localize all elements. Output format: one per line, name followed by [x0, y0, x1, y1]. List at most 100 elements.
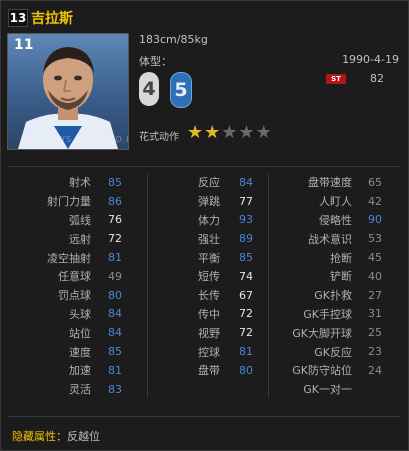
stat-value: 42	[368, 194, 382, 208]
stat-label: 反应	[198, 176, 220, 190]
stat-value: 25	[368, 326, 382, 340]
stat-value: 84	[108, 307, 122, 321]
stat-value: 85	[108, 175, 122, 189]
stat-value: 93	[239, 213, 253, 227]
stat-row: 远射 72	[20, 229, 122, 248]
stat-row: 长传 67	[160, 286, 253, 305]
column-divider	[268, 174, 269, 398]
stat-value: 81	[239, 345, 253, 359]
stat-value: 83	[108, 382, 122, 396]
stat-value: 84	[239, 175, 253, 189]
stat-label: 强壮	[198, 232, 220, 246]
stat-row: 弹跳 77	[160, 192, 253, 211]
star-icon: ★	[238, 122, 255, 143]
player-name: 吉拉斯	[31, 11, 73, 27]
foot-left-icon: 4	[139, 72, 159, 106]
stat-label: 弧线	[69, 213, 91, 227]
stat-value: 31	[368, 307, 382, 321]
stat-row: 罚点球 80	[20, 286, 122, 305]
stat-label: GK防守站位	[292, 364, 352, 378]
stat-row: 人盯人 42	[280, 192, 382, 211]
stats-column-2: 反应 84 弹跳 77 体力 93 强壮 89 平衡 85 短传 74 长传 67 传中 72 视野 72 控球 81…	[160, 173, 253, 380]
column-divider	[147, 174, 148, 398]
stat-value: 45	[368, 251, 382, 265]
stat-label: 任意球	[58, 270, 91, 284]
hidden-attributes-label: 隐藏属性：	[12, 430, 67, 443]
stat-row: 灵活 83	[20, 380, 122, 399]
watermark: NEWS.INVEN.CO.KR	[44, 135, 128, 144]
stat-row: GK扑救 27	[280, 286, 382, 305]
position-badge: ST	[326, 74, 346, 84]
stat-row: 战术意识 53	[280, 229, 382, 248]
stat-row: 侵略性 90	[280, 211, 382, 230]
stat-label: 控球	[198, 345, 220, 359]
stat-label: 射术	[69, 176, 91, 190]
stat-row: GK反应 23	[280, 342, 382, 361]
stat-row: 任意球 49	[20, 267, 122, 286]
stat-row: 体力 93	[160, 211, 253, 230]
star-icon: ★	[221, 122, 238, 143]
stat-value: 85	[108, 345, 122, 359]
stat-label: 弹跳	[198, 195, 220, 209]
stat-label: 抢断	[330, 251, 352, 265]
stats-column-1: 射术 85 射门力量 86 弧线 76 远射 72 凌空抽射 81 任意球 49 罚点球 80 头球 84 站位…	[20, 173, 122, 399]
stat-value: 72	[108, 232, 122, 246]
stat-value: 49	[108, 269, 122, 283]
stat-value: 81	[108, 251, 122, 265]
stat-row: 短传 74	[160, 267, 253, 286]
stat-row: GK手控球 31	[280, 305, 382, 324]
player-number-badge: 13	[8, 9, 28, 27]
stat-value: 90	[368, 213, 382, 227]
stat-value: 84	[108, 326, 122, 340]
body-type-label: 体型：	[139, 55, 172, 68]
stat-value: 89	[239, 232, 253, 246]
stat-label: 短传	[198, 270, 220, 284]
stat-label: 体力	[198, 213, 220, 227]
stat-value: 53	[368, 232, 382, 246]
stat-value: 86	[108, 194, 122, 208]
jersey-number: 11	[14, 37, 34, 53]
stat-value: 24	[368, 363, 382, 377]
stat-row: GK一对一	[280, 380, 382, 399]
stat-value: 80	[108, 288, 122, 302]
stat-value: 40	[368, 269, 382, 283]
birth-date: 1990-4-19	[342, 53, 399, 66]
stat-label: 灵活	[69, 383, 91, 397]
stat-label: GK反应	[314, 345, 352, 359]
stat-label: 远射	[69, 232, 91, 246]
stat-label: 凌空抽射	[47, 251, 91, 265]
stat-row: GK大脚开球 25	[280, 323, 382, 342]
divider	[8, 416, 401, 417]
stat-row: 抢断 45	[280, 248, 382, 267]
stat-row: 射门力量 86	[20, 192, 122, 211]
stat-row: 速度 85	[20, 342, 122, 361]
stat-row: 视野 72	[160, 323, 253, 342]
stat-row: 弧线 76	[20, 211, 122, 230]
star-icon: ★	[204, 122, 221, 143]
hidden-attributes: 隐藏属性：反越位	[12, 428, 100, 444]
stat-value: 67	[239, 288, 253, 302]
stat-label: GK手控球	[303, 307, 352, 321]
stat-label: 平衡	[198, 251, 220, 265]
stat-label: 人盯人	[319, 195, 352, 209]
stat-row: 凌空抽射 81	[20, 248, 122, 267]
stat-label: GK扑救	[314, 289, 352, 303]
stat-label: GK大脚开球	[292, 326, 352, 340]
stat-row: 头球 84	[20, 305, 122, 324]
stat-row: 平衡 85	[160, 248, 253, 267]
stat-row: 传中 72	[160, 305, 253, 324]
stat-label: 头球	[69, 307, 91, 321]
stat-row: 盘带速度 65	[280, 173, 382, 192]
stat-row: 盘带 80	[160, 361, 253, 380]
stat-label: 视野	[198, 326, 220, 340]
stat-row: 强壮 89	[160, 229, 253, 248]
stat-label: 速度	[69, 345, 91, 359]
stat-value: 74	[239, 269, 253, 283]
stat-value: 27	[368, 288, 382, 302]
stat-label: 战术意识	[308, 232, 352, 246]
stat-row: 铲断 40	[280, 267, 382, 286]
stat-label: 盘带速度	[308, 176, 352, 190]
stat-label: 铲断	[330, 270, 352, 284]
stat-label: 侵略性	[319, 213, 352, 227]
skill-moves-label: 花式动作	[139, 132, 179, 143]
